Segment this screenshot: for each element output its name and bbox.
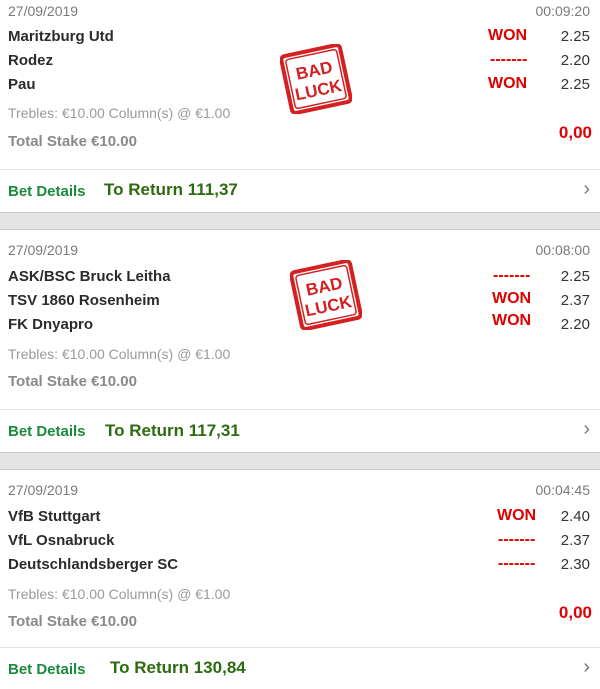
to-return-amount: To Return 111,37 (104, 180, 238, 199)
to-return-amount: To Return 130,84 (110, 658, 246, 677)
bet-card-2: 27/09/2019 00:08:00 ASK/BSC Bruck Leitha… (0, 230, 600, 452)
selection-result: ------- (490, 51, 528, 68)
selection-result: ------- (493, 267, 531, 284)
selection-odds: 2.37 (560, 292, 590, 309)
selection-odds: 2.30 (560, 556, 590, 573)
selection-odds: 2.40 (560, 508, 590, 525)
selection-result: ------- (498, 555, 536, 572)
bet-card-1: 27/09/2019 00:09:20 Maritzburg Utd WON 2… (0, 0, 600, 212)
selection-team: TSV 1860 Rosenheim (8, 292, 160, 309)
bet-time: 00:04:45 (535, 482, 591, 498)
bet-info: Trebles: €10.00 Column(s) @ €1.00 (8, 586, 231, 602)
selection-team: Deutschlandsberger SC (8, 556, 179, 573)
bet-date: 27/09/2019 (8, 482, 79, 498)
selection-odds: 2.20 (560, 52, 590, 69)
bet-details-link[interactable]: Bet Details (8, 423, 86, 440)
bet-info: Trebles: €10.00 Column(s) @ €1.00 (8, 105, 231, 121)
return-value: 0,00 (558, 603, 592, 622)
bet-time: 00:09:20 (535, 3, 591, 19)
selection-odds: 2.20 (560, 316, 590, 333)
bet-details-row[interactable]: Bet Details To Return 130,84 › (0, 648, 600, 689)
selection-result: WON (492, 312, 532, 329)
selection-team: Maritzburg Utd (8, 28, 114, 45)
selection-result: ------- (498, 531, 536, 548)
selection-odds: 2.25 (560, 268, 590, 285)
chevron-right-icon[interactable]: › (583, 178, 590, 201)
bet-details-link[interactable]: Bet Details (8, 661, 86, 678)
selection-team: Rodez (8, 52, 53, 69)
selection-result: WON (492, 290, 532, 307)
card-separator (0, 452, 600, 470)
selection-odds: 2.25 (560, 28, 590, 45)
total-stake: Total Stake €10.00 (8, 133, 137, 150)
return-value: 0,00 (558, 123, 592, 142)
bet-details-row[interactable]: Bet Details To Return 117,31 › (0, 410, 600, 452)
total-stake: Total Stake €10.00 (8, 373, 137, 390)
bad-luck-stamp-icon: BAD LUCK (290, 260, 362, 330)
selection-odds: 2.37 (560, 532, 590, 549)
bet-details-link[interactable]: Bet Details (8, 183, 86, 200)
chevron-right-icon[interactable]: › (583, 656, 590, 679)
bet-date: 27/09/2019 (8, 242, 79, 258)
selection-result: WON (488, 27, 528, 44)
selection-team: Pau (8, 76, 36, 93)
to-return-amount: To Return 117,31 (105, 421, 240, 440)
chevron-right-icon[interactable]: › (583, 418, 590, 441)
selection-team: VfL Osnabruck (8, 532, 115, 549)
selection-team: ASK/BSC Bruck Leitha (8, 268, 171, 285)
selection-team: VfB Stuttgart (8, 508, 101, 525)
bet-details-row[interactable]: Bet Details To Return 111,37 › (0, 170, 600, 212)
selection-result: WON (497, 507, 537, 524)
total-stake: Total Stake €10.00 (8, 613, 137, 630)
bad-luck-stamp-icon: BAD LUCK (280, 44, 352, 114)
bet-time: 00:08:00 (535, 242, 591, 258)
card-separator (0, 212, 600, 230)
selection-result: WON (488, 75, 528, 92)
bet-date: 27/09/2019 (8, 3, 79, 19)
selection-team: FK Dnyapro (8, 316, 94, 333)
bet-card-3: 27/09/2019 00:04:45 VfB Stuttgart WON 2.… (0, 470, 600, 689)
bet-info: Trebles: €10.00 Column(s) @ €1.00 (8, 346, 231, 362)
selection-odds: 2.25 (560, 76, 590, 93)
